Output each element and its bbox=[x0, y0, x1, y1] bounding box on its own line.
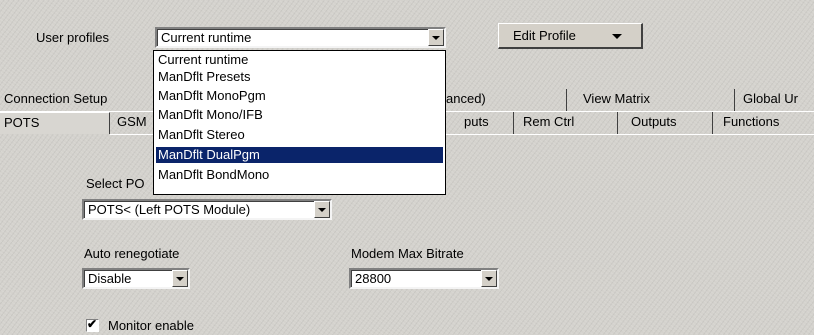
tab-view-matrix[interactable]: View Matrix bbox=[567, 89, 735, 111]
option-label: ManDflt DualPgm bbox=[158, 147, 260, 162]
auto-renegotiate-select[interactable]: Disable bbox=[82, 268, 190, 289]
checkmark-icon: ✔ bbox=[87, 317, 98, 331]
edit-profile-button[interactable]: Edit Profile bbox=[498, 23, 643, 49]
dropdown-option[interactable]: Current runtime bbox=[156, 52, 443, 68]
tab-label: Functions bbox=[723, 114, 780, 129]
option-label: ManDflt Stereo bbox=[158, 127, 245, 142]
chevron-down-icon bbox=[176, 277, 184, 281]
user-profiles-select[interactable]: Current runtime bbox=[155, 27, 446, 48]
tab-inputs[interactable]: puts bbox=[446, 112, 514, 134]
dropdown-option[interactable]: ManDflt Mono/IFB bbox=[156, 107, 443, 123]
user-profiles-label: User profiles bbox=[36, 30, 109, 45]
tab-pots[interactable]: POTS bbox=[0, 112, 110, 134]
dropdown-option[interactable]: ManDflt Stereo bbox=[156, 127, 443, 143]
dropdown-option[interactable]: ManDflt Presets bbox=[156, 69, 443, 85]
tab-label: Rem Ctrl bbox=[523, 114, 575, 129]
modem-max-bitrate-value: 28800 bbox=[355, 271, 392, 286]
option-label: ManDflt Mono/IFB bbox=[158, 107, 263, 122]
auto-renegotiate-label: Auto renegotiate bbox=[84, 246, 180, 261]
tab-label: anced) bbox=[446, 91, 486, 106]
modem-max-bitrate-label: Modem Max Bitrate bbox=[351, 246, 464, 261]
tab-functions[interactable]: Functions bbox=[713, 112, 814, 134]
tab-advanced[interactable]: anced) bbox=[446, 89, 567, 111]
dropdown-option[interactable]: ManDflt BondMono bbox=[156, 167, 443, 183]
select-pots-dropdown-button[interactable] bbox=[314, 201, 330, 218]
chevron-down-icon bbox=[432, 36, 440, 40]
tab-label: Global Ur bbox=[743, 91, 798, 106]
monitor-enable-checkbox[interactable]: ✔ bbox=[86, 317, 99, 332]
monitor-enable-label: Monitor enable bbox=[108, 318, 194, 333]
option-label: ManDflt Presets bbox=[158, 69, 251, 84]
tab-label: Connection Setup bbox=[4, 91, 108, 106]
tab-global[interactable]: Global Ur bbox=[735, 89, 814, 111]
user-profiles-dropdown-button[interactable] bbox=[428, 29, 444, 46]
tab-label: puts bbox=[464, 114, 489, 129]
option-label: ManDflt MonoPgm bbox=[158, 88, 266, 103]
chevron-down-icon bbox=[318, 208, 326, 212]
dropdown-option-highlighted[interactable]: ManDflt DualPgm bbox=[156, 147, 443, 163]
select-pots-label: Select PO bbox=[86, 176, 145, 191]
tab-label: POTS bbox=[4, 115, 40, 130]
tab-gsm[interactable]: GSM bbox=[110, 112, 153, 134]
modem-max-bitrate-dropdown-button[interactable] bbox=[481, 270, 497, 287]
tab-rem-ctrl[interactable]: Rem Ctrl bbox=[514, 112, 618, 134]
auto-renegotiate-value: Disable bbox=[88, 271, 132, 286]
tab-label: Outputs bbox=[631, 114, 677, 129]
dropdown-option[interactable]: ManDflt MonoPgm bbox=[156, 88, 443, 104]
chevron-down-icon bbox=[485, 277, 493, 281]
edit-profile-label: Edit Profile bbox=[513, 28, 576, 43]
auto-renegotiate-dropdown-button[interactable] bbox=[172, 270, 188, 287]
tab-label: GSM bbox=[117, 114, 147, 129]
user-profiles-dropdown-list[interactable]: Current runtime ManDflt Presets ManDflt … bbox=[153, 50, 446, 195]
tab-connection-setup[interactable]: Connection Setup bbox=[0, 89, 153, 111]
tab-label: View Matrix bbox=[583, 91, 650, 106]
option-label: ManDflt BondMono bbox=[158, 167, 270, 182]
select-pots-value: POTS< (Left POTS Module) bbox=[88, 202, 251, 217]
modem-max-bitrate-select[interactable]: 28800 bbox=[349, 268, 499, 289]
user-profiles-value: Current runtime bbox=[161, 30, 252, 45]
option-label: Current runtime bbox=[158, 52, 249, 67]
tab-outputs[interactable]: Outputs bbox=[618, 112, 713, 134]
chevron-down-icon bbox=[612, 34, 622, 39]
select-pots-select[interactable]: POTS< (Left POTS Module) bbox=[82, 199, 332, 220]
